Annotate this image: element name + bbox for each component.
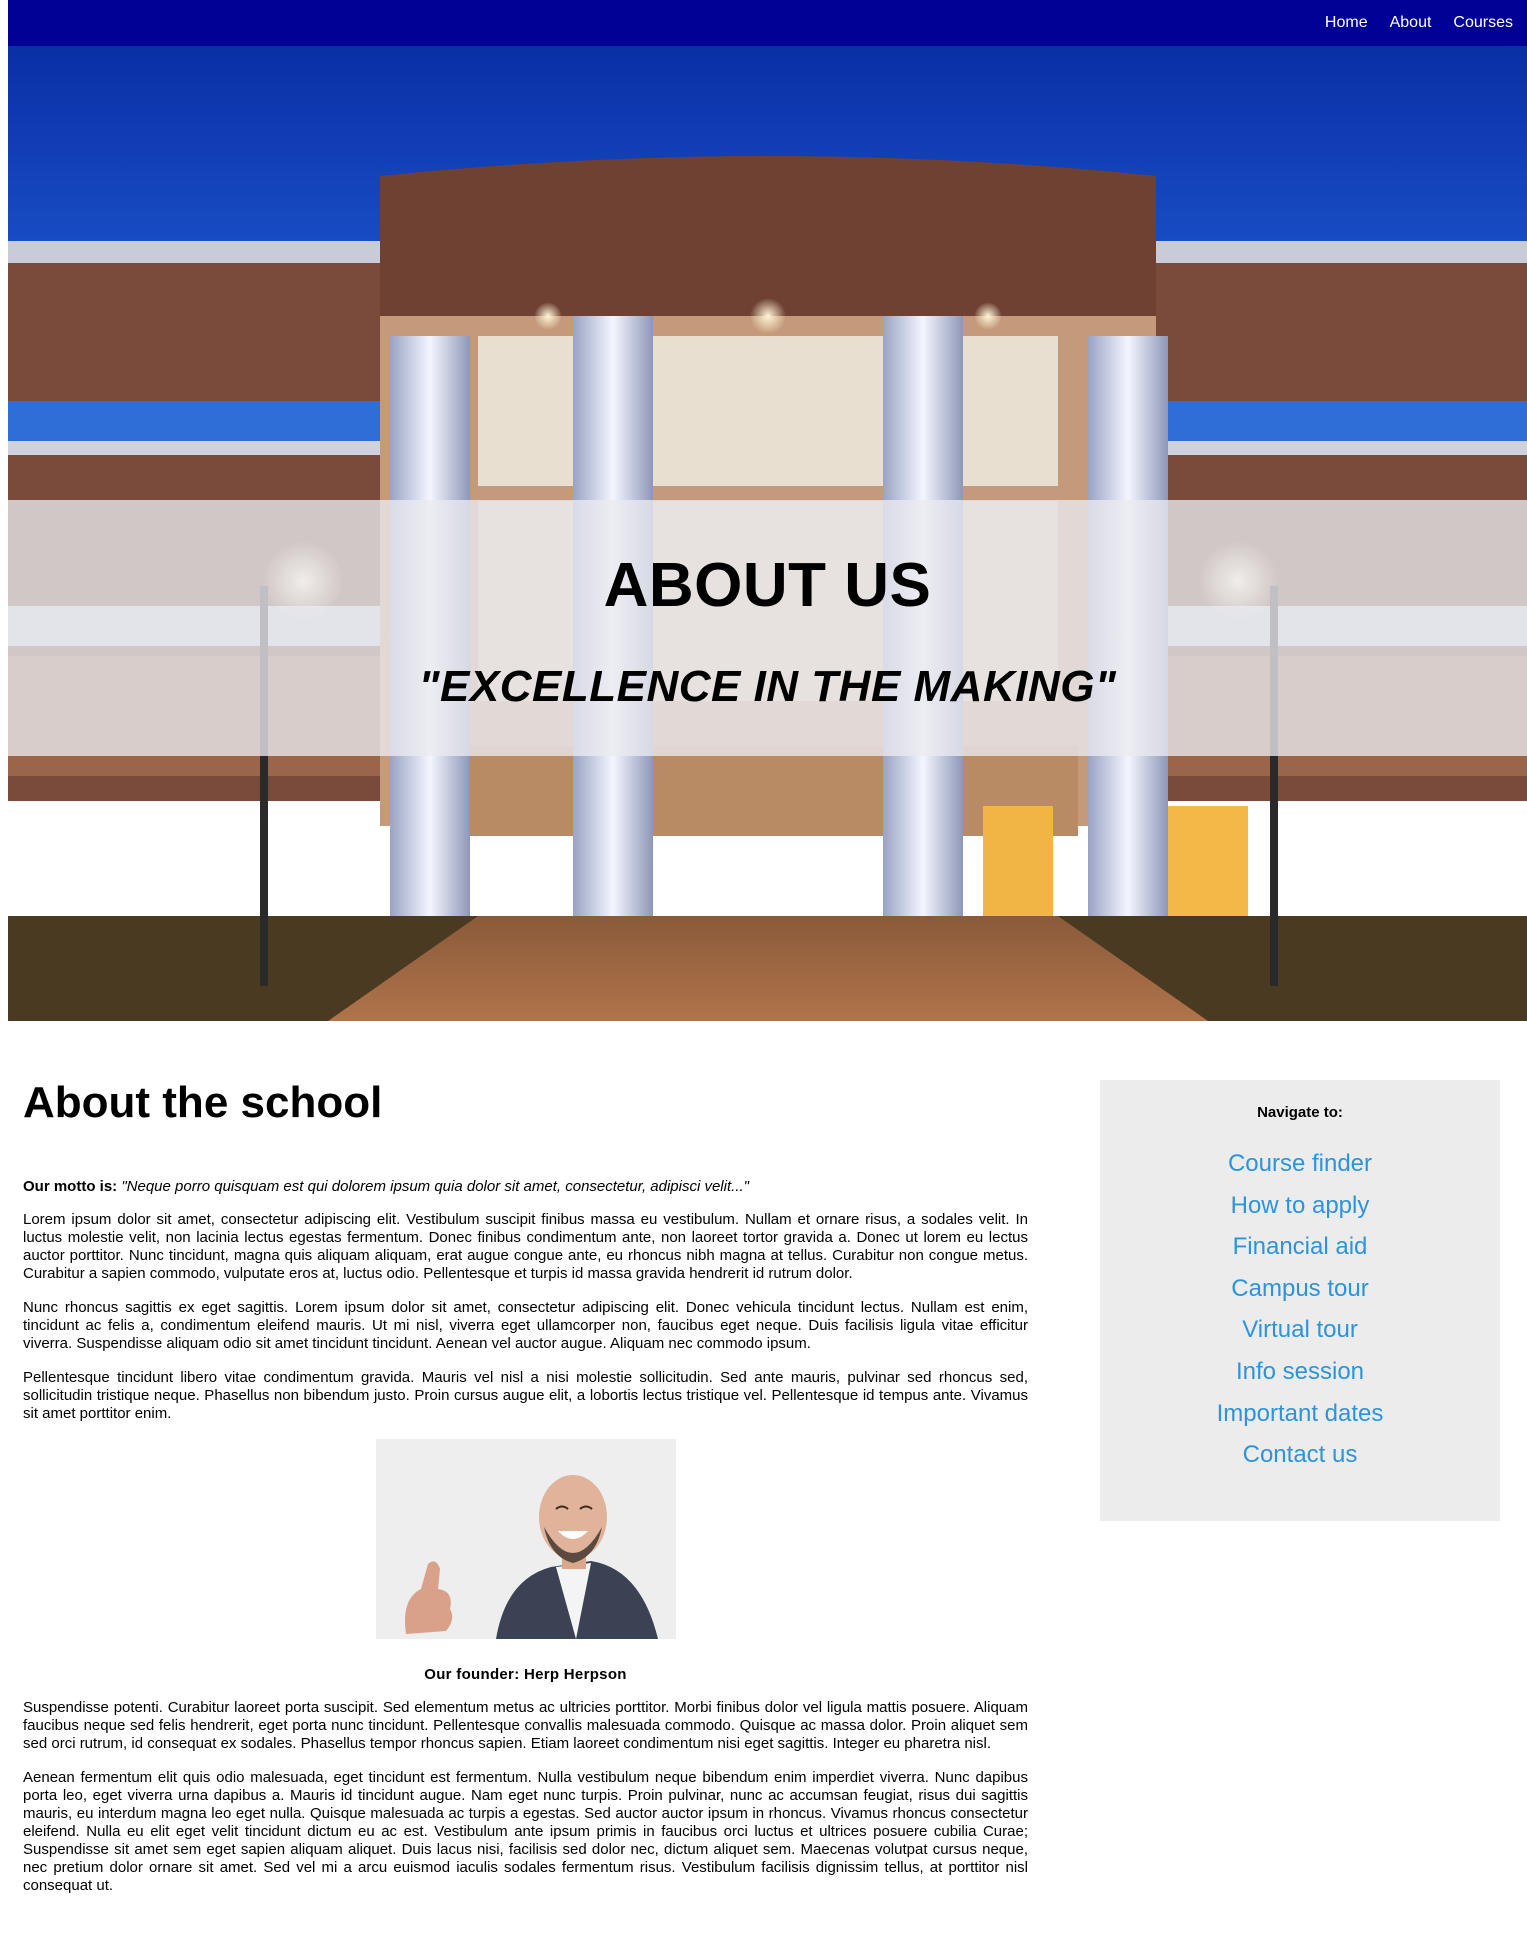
page-title: About the school	[23, 1078, 383, 1127]
sidebar-navigation: Navigate to: Course finder How to apply …	[1100, 1080, 1500, 1521]
founder-figure: Our founder: Herp Herpson	[23, 1439, 1028, 1683]
sidebar-link-info-session[interactable]: Info session	[1100, 1351, 1500, 1393]
founder-caption: Our founder: Herp Herpson	[424, 1666, 627, 1683]
paragraph: Lorem ipsum dolor sit amet, consectetur …	[23, 1211, 1028, 1282]
sidebar-link-financial-aid[interactable]: Financial aid	[1100, 1226, 1500, 1268]
hero-subtitle: "EXCELLENCE IN THE MAKING"	[418, 662, 1117, 711]
main-content: About the school Our motto is: "Neque po…	[23, 1058, 1028, 1895]
paragraph: Aenean fermentum elit quis odio malesuad…	[23, 1769, 1028, 1894]
hero-banner: ABOUT US "EXCELLENCE IN THE MAKING"	[8, 46, 1527, 1021]
paragraph: Pellentesque tincidunt libero vitae cond…	[23, 1369, 1028, 1422]
paragraph: Nunc rhoncus sagittis ex eget sagittis. …	[23, 1299, 1028, 1352]
sidebar-link-campus-tour[interactable]: Campus tour	[1100, 1268, 1500, 1310]
nav-link-about[interactable]: About	[1390, 14, 1432, 32]
paragraph: Suspendisse potenti. Curabitur laoreet p…	[23, 1699, 1028, 1752]
sidebar-heading: Navigate to:	[1257, 1104, 1343, 1121]
sidebar-links: Course finder How to apply Financial aid…	[1100, 1143, 1500, 1476]
top-nav-bar: Home About Courses	[8, 0, 1527, 46]
motto-text: "Neque porro quisquam est qui dolorem ip…	[121, 1178, 749, 1195]
nav-link-courses[interactable]: Courses	[1453, 14, 1513, 32]
sidebar-link-course-finder[interactable]: Course finder	[1100, 1143, 1500, 1185]
nav-link-home[interactable]: Home	[1325, 14, 1368, 32]
motto: Our motto is: "Neque porro quisquam est …	[23, 1178, 1028, 1195]
sidebar-link-contact-us[interactable]: Contact us	[1100, 1434, 1500, 1476]
sidebar-link-important-dates[interactable]: Important dates	[1100, 1393, 1500, 1435]
sidebar-link-how-to-apply[interactable]: How to apply	[1100, 1185, 1500, 1227]
sidebar-link-virtual-tour[interactable]: Virtual tour	[1100, 1309, 1500, 1351]
nav-links: Home About Courses	[1325, 0, 1527, 46]
hero-title: ABOUT US	[603, 551, 932, 620]
motto-label: Our motto is:	[23, 1178, 118, 1195]
founder-photo	[375, 1439, 676, 1639]
hero-overlay-band	[8, 500, 1527, 756]
